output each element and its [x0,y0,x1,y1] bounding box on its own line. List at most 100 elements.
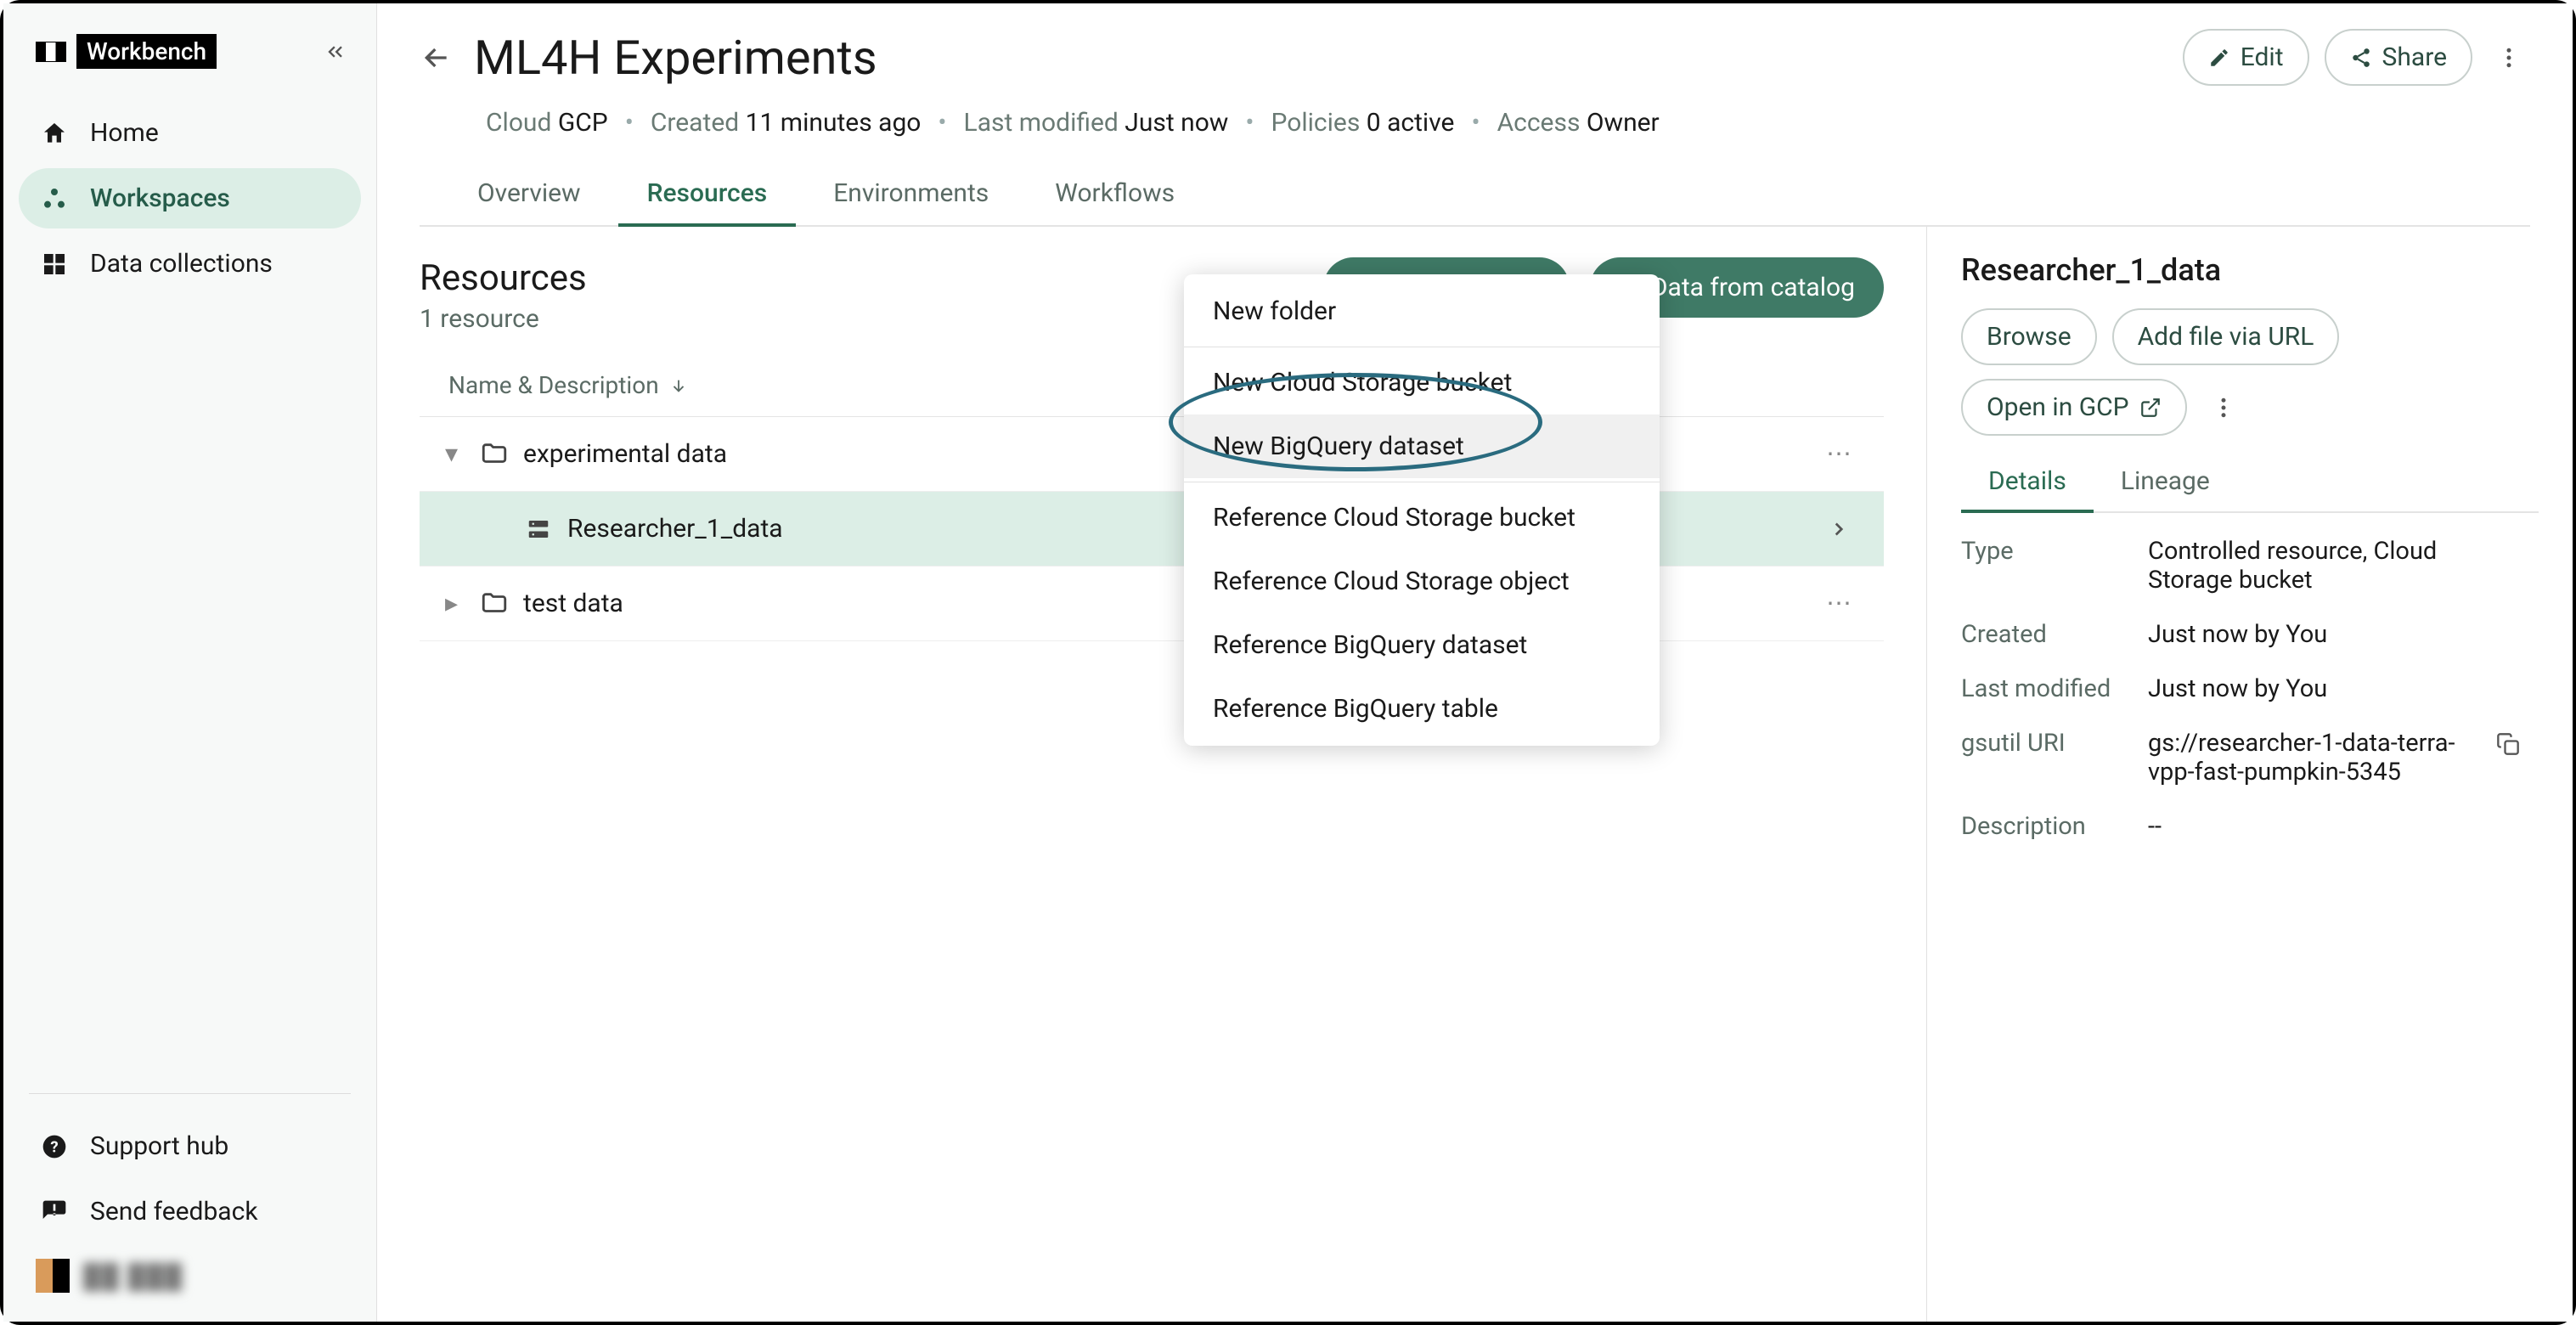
add-file-via-url-button[interactable]: Add file via URL [2112,308,2340,365]
details-more-button[interactable] [2202,386,2245,429]
tab-resources[interactable]: Resources [618,163,797,227]
button-label: Add file via URL [2138,322,2314,352]
meta-label: Access [1497,108,1581,138]
main: ML4H Experiments Edit Share Clo [377,3,2573,1322]
sidebar-item-support[interactable]: ? Support hub [19,1116,361,1176]
sidebar-item-label: Send feedback [90,1197,258,1226]
meta-label: Cloud [486,108,551,138]
caret-right-icon[interactable]: ▸ [445,589,465,618]
resources-count: 1 resource [420,304,587,334]
workspace-tabs: Overview Resources Environments Workflow… [420,163,2530,227]
sidebar-item-label: Home [90,118,159,148]
brand-label: Workbench [76,34,217,69]
user-name: ██ ███ [83,1262,183,1290]
kv-value: Just now by You [2148,620,2488,649]
pencil-icon [2208,47,2230,69]
sidebar-item-feedback[interactable]: Send feedback [19,1181,361,1242]
tree-row-resource-researcher1[interactable]: Researcher_1_data [420,492,1884,567]
home-icon [39,120,70,147]
open-in-gcp-button[interactable]: Open in GCP [1961,379,2187,436]
kv-value: gs://researcher-1-data-terra-vpp-fast-pu… [2148,729,2488,787]
more-actions-button[interactable] [2488,37,2530,79]
kv-key: Created [1961,620,2139,649]
collapse-sidebar-icon[interactable] [324,40,347,64]
sidebar: Workbench Home Workspaces Data collectio… [3,3,377,1322]
details-title: Researcher_1_data [1961,252,2539,288]
data-collections-icon [39,251,70,278]
sort-down-icon [669,376,688,395]
tab-workflows[interactable]: Workflows [1026,163,1203,225]
meta-value: 0 active [1367,108,1455,138]
open-external-icon [2139,397,2162,419]
button-label: Data from catalog [1651,273,1855,302]
brand-row: Workbench [19,27,361,103]
menu-item-ref-cloud-storage-bucket[interactable]: Reference Cloud Storage bucket [1184,486,1660,550]
menu-item-ref-bigquery-table[interactable]: Reference BigQuery table [1184,677,1660,741]
sidebar-item-label: Support hub [90,1131,228,1161]
button-label: Edit [2241,42,2284,72]
storage-icon [521,516,555,542]
row-more-icon[interactable]: ⋯ [1819,589,1858,618]
brand-icon [36,42,66,62]
menu-item-ref-bigquery-dataset[interactable]: Reference BigQuery dataset [1184,613,1660,677]
back-button[interactable] [420,41,454,75]
folder-icon [477,589,511,618]
divider [29,1093,351,1094]
copy-button[interactable] [2496,729,2539,756]
svg-text:?: ? [50,1137,58,1156]
button-label: Open in GCP [1987,392,2129,422]
row-label: test data [523,589,623,618]
tab-overview[interactable]: Overview [448,163,610,225]
sidebar-item-home[interactable]: Home [19,103,361,163]
share-button[interactable]: Share [2325,29,2472,86]
edit-button[interactable]: Edit [2183,29,2309,86]
browse-button[interactable]: Browse [1961,308,2097,365]
resources-heading: Resources [420,257,587,299]
button-label: Share [2382,42,2447,72]
details-pane: Researcher_1_data Browse Add file via UR… [1927,227,2573,1322]
meta-label: Policies [1271,108,1360,138]
menu-item-new-folder[interactable]: New folder [1184,279,1660,343]
row-more-icon[interactable]: ⋯ [1819,439,1858,469]
tree-row-folder-experimental[interactable]: ▾ experimental data ⋯ [420,417,1884,492]
sidebar-item-workspaces[interactable]: Workspaces [19,168,361,228]
kv-key: Last modified [1961,674,2139,703]
row-label: experimental data [523,439,727,469]
workspaces-icon [39,185,70,212]
kv-key: Type [1961,537,2139,595]
meta-label: Created [651,108,739,138]
kv-key: gsutil URI [1961,729,2139,787]
tab-environments[interactable]: Environments [804,163,1017,225]
tree-row-folder-test[interactable]: ▸ test data ⋯ [420,567,1884,641]
folder-icon [477,440,511,469]
row-label: Researcher_1_data [567,514,783,544]
sidebar-item-label: Data collections [90,249,273,279]
menu-item-new-bigquery-dataset[interactable]: New BigQuery dataset [1184,414,1660,478]
kv-value: Controlled resource, Cloud Storage bucke… [2148,537,2488,595]
sidebar-item-data-collections[interactable]: Data collections [19,234,361,294]
feedback-icon [39,1198,70,1226]
menu-item-ref-cloud-storage-object[interactable]: Reference Cloud Storage object [1184,550,1660,613]
resources-pane: Resources 1 resource New resource Data f… [377,227,1927,1322]
sidebar-item-label: Workspaces [90,183,230,213]
column-header-label: Name & Description [448,371,659,399]
kv-value: -- [2148,812,2488,841]
share-icon [2350,47,2372,69]
kv-key: Description [1961,812,2139,841]
caret-down-icon[interactable]: ▾ [445,439,465,469]
avatar [36,1259,70,1293]
metadata-bar: Cloud GCP • Created 11 minutes ago • Las… [420,86,2530,163]
details-tab-details[interactable]: Details [1961,453,2094,513]
meta-value: 11 minutes ago [746,108,922,138]
user-account[interactable]: ██ ███ [19,1247,361,1305]
menu-item-new-cloud-storage-bucket[interactable]: New Cloud Storage bucket [1184,351,1660,414]
meta-value: Just now [1125,108,1228,138]
meta-label: Last modified [964,108,1119,138]
new-resource-menu: New folder New Cloud Storage bucket New … [1184,274,1660,746]
help-icon: ? [39,1133,70,1160]
column-header-name[interactable]: Name & Description [420,334,1884,416]
meta-value: Owner [1587,108,1660,138]
button-label: Browse [1987,322,2072,352]
details-tab-lineage[interactable]: Lineage [2094,453,2237,511]
chevron-right-icon [1828,518,1858,540]
